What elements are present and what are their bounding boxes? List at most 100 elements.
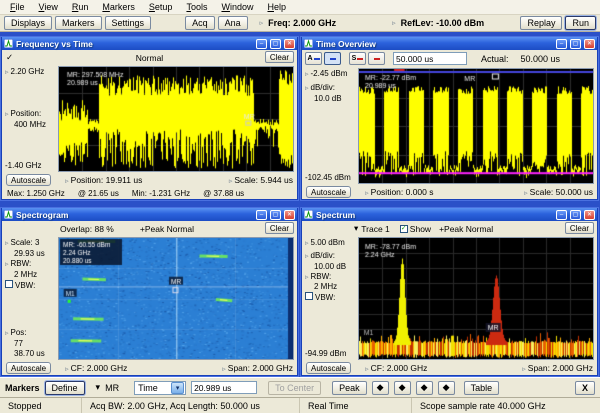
menu-file[interactable]: File xyxy=(3,1,32,13)
time-overview-titlebar[interactable]: Time Overview – ▢ ✕ xyxy=(302,37,597,50)
tov-dbdiv-value[interactable]: 10.0 dB xyxy=(305,94,358,104)
spg-autoscale-button[interactable]: Autoscale xyxy=(6,362,51,374)
fvt-plot[interactable] xyxy=(58,66,294,172)
spc-cf[interactable]: CF: 2.000 GHz xyxy=(371,363,428,373)
spg-rbw-value[interactable]: 2 MHz xyxy=(5,270,58,280)
run-button[interactable]: Run xyxy=(565,16,596,30)
maximize-button[interactable]: ▢ xyxy=(270,210,281,220)
spectrum-titlebar[interactable]: Spectrum – ▢ ✕ xyxy=(302,208,597,221)
spc-trace-selector[interactable]: Trace 1 xyxy=(361,224,390,234)
maximize-button[interactable]: ▢ xyxy=(270,39,281,49)
maximize-button[interactable]: ▢ xyxy=(570,210,581,220)
define-markers-button[interactable]: Define xyxy=(45,381,85,395)
menu-help[interactable]: Help xyxy=(260,1,293,13)
minimize-button[interactable]: – xyxy=(556,39,567,49)
fvt-position-label[interactable]: Position: xyxy=(11,109,42,118)
analysis-bar-icon xyxy=(330,58,336,60)
peak-search-button[interactable]: Peak xyxy=(332,381,367,395)
spg-scale-value[interactable]: 29.93 us xyxy=(5,249,58,259)
peak-lower-button[interactable]: ◆ xyxy=(438,381,455,395)
markers-button[interactable]: Markers xyxy=(55,16,102,30)
ana-button[interactable]: Ana xyxy=(218,16,248,30)
menu-setup[interactable]: Setup xyxy=(142,1,180,13)
spectrogram-titlebar[interactable]: Spectrogram – ▢ ✕ xyxy=(2,208,297,221)
freq-readout[interactable]: Freq: 2.000 GHz xyxy=(268,18,336,28)
minimize-button[interactable]: – xyxy=(256,210,267,220)
analysis-time-auto-button[interactable]: A xyxy=(305,52,322,65)
minimize-button[interactable]: – xyxy=(256,39,267,49)
close-icon[interactable]: ✕ xyxy=(584,39,595,49)
tov-y-top[interactable]: -2.45 dBm xyxy=(311,69,348,78)
analysis-length-input[interactable] xyxy=(393,52,467,65)
acq-button[interactable]: Acq xyxy=(185,16,215,30)
frequency-vs-time-titlebar[interactable]: Frequency vs Time – ▢ ✕ xyxy=(2,37,297,50)
menu-run[interactable]: Run xyxy=(65,1,96,13)
spg-pos-label[interactable]: Pos: xyxy=(11,328,27,337)
spc-dbdiv-label[interactable]: dB/div: xyxy=(311,251,335,260)
spc-autoscale-button[interactable]: Autoscale xyxy=(306,362,351,374)
status-acquisition: Acq BW: 2.00 GHz, Acq Length: 50.000 us xyxy=(82,398,300,413)
chevron-down-icon[interactable]: ▾ xyxy=(354,223,358,234)
menu-view[interactable]: View xyxy=(32,1,65,13)
vbw-checkbox[interactable] xyxy=(5,280,13,288)
chevron-down-icon[interactable]: ▾ xyxy=(96,382,101,393)
tov-x-position[interactable]: Position: 0.000 s xyxy=(371,187,434,197)
tov-plot[interactable] xyxy=(358,68,594,184)
close-marker-toolbar-button[interactable]: X xyxy=(575,381,595,395)
maximize-button[interactable]: ▢ xyxy=(570,39,581,49)
vbw-checkbox[interactable] xyxy=(305,292,313,300)
adjust-knob-icon: ▹ xyxy=(229,178,233,185)
menu-window[interactable]: Window xyxy=(214,1,260,13)
show-checkbox[interactable]: ✓ xyxy=(400,225,408,233)
menu-markers[interactable]: Markers xyxy=(95,1,142,13)
tov-x-scale[interactable]: Scale: 50.000 us xyxy=(530,187,593,197)
spectrum-time-auto-button[interactable]: S xyxy=(349,52,366,65)
spectrum-time-manual-button[interactable] xyxy=(368,52,385,65)
to-center-button[interactable]: To Center xyxy=(268,381,321,395)
fvt-x-position[interactable]: Position: 19.911 us xyxy=(71,175,143,185)
marker-domain-select[interactable]: Time ▾ xyxy=(134,381,186,395)
displays-button[interactable]: Displays xyxy=(4,16,52,30)
spc-dbdiv-value[interactable]: 10.00 dB xyxy=(305,262,358,272)
fvt-y-top[interactable]: 2.20 GHz xyxy=(11,67,45,76)
spg-span[interactable]: Span: 2.000 GHz xyxy=(228,363,293,373)
spg-cf[interactable]: CF: 2.000 GHz xyxy=(71,363,128,373)
spc-rbw-value[interactable]: 2 MHz xyxy=(305,282,358,292)
analysis-time-manual-button[interactable] xyxy=(324,52,341,65)
adjust-knob-icon: ▹ xyxy=(260,19,264,27)
spc-rbw-label[interactable]: RBW: xyxy=(311,272,332,281)
close-icon[interactable]: ✕ xyxy=(284,210,295,220)
adjust-knob-icon: ▹ xyxy=(222,366,226,373)
close-icon[interactable]: ✕ xyxy=(584,210,595,220)
peak-higher-button[interactable]: ◆ xyxy=(416,381,433,395)
menu-tools[interactable]: Tools xyxy=(179,1,214,13)
tov-dbdiv-label[interactable]: dB/div: xyxy=(311,83,335,92)
spc-span[interactable]: Span: 2.000 GHz xyxy=(528,363,593,373)
reflev-readout[interactable]: RefLev: -10.00 dBm xyxy=(401,18,485,28)
selected-marker-label[interactable]: MR xyxy=(105,383,119,393)
marker-position-input[interactable] xyxy=(191,381,257,394)
minimize-button[interactable]: – xyxy=(556,210,567,220)
settings-button[interactable]: Settings xyxy=(105,16,152,30)
spg-rbw-label[interactable]: RBW: xyxy=(11,259,32,268)
peak-right-button[interactable]: ◆ xyxy=(394,381,411,395)
spg-plot[interactable] xyxy=(58,237,294,360)
spg-scale-label[interactable]: Scale: 3 xyxy=(11,238,40,247)
replay-button[interactable]: Replay xyxy=(520,16,562,30)
spc-clear-button[interactable]: Clear xyxy=(565,222,594,234)
chevron-down-icon[interactable]: ▾ xyxy=(171,382,184,394)
spg-clear-button[interactable]: Clear xyxy=(265,222,294,234)
close-icon[interactable]: ✕ xyxy=(284,39,295,49)
spc-plot[interactable] xyxy=(358,237,594,360)
fvt-position-value[interactable]: 400 MHz xyxy=(5,120,58,130)
fvt-clear-button[interactable]: Clear xyxy=(265,51,294,63)
tov-autoscale-button[interactable]: Autoscale xyxy=(306,186,351,198)
peak-left-button[interactable]: ◆ xyxy=(372,381,389,395)
fvt-autoscale-button[interactable]: Autoscale xyxy=(6,174,51,186)
tov-axis-sidebar: ▹-2.45 dBm ▹dB/div: 10.0 dB -102.45 dBm xyxy=(302,68,358,184)
spg-overlap-label[interactable]: Overlap: 88 % xyxy=(60,224,114,234)
marker-table-button[interactable]: Table xyxy=(464,381,500,395)
spc-y-top[interactable]: 5.00 dBm xyxy=(311,238,345,247)
fvt-x-scale[interactable]: Scale: 5.944 us xyxy=(234,175,293,185)
spg-pos-value[interactable]: 77 xyxy=(5,339,58,349)
